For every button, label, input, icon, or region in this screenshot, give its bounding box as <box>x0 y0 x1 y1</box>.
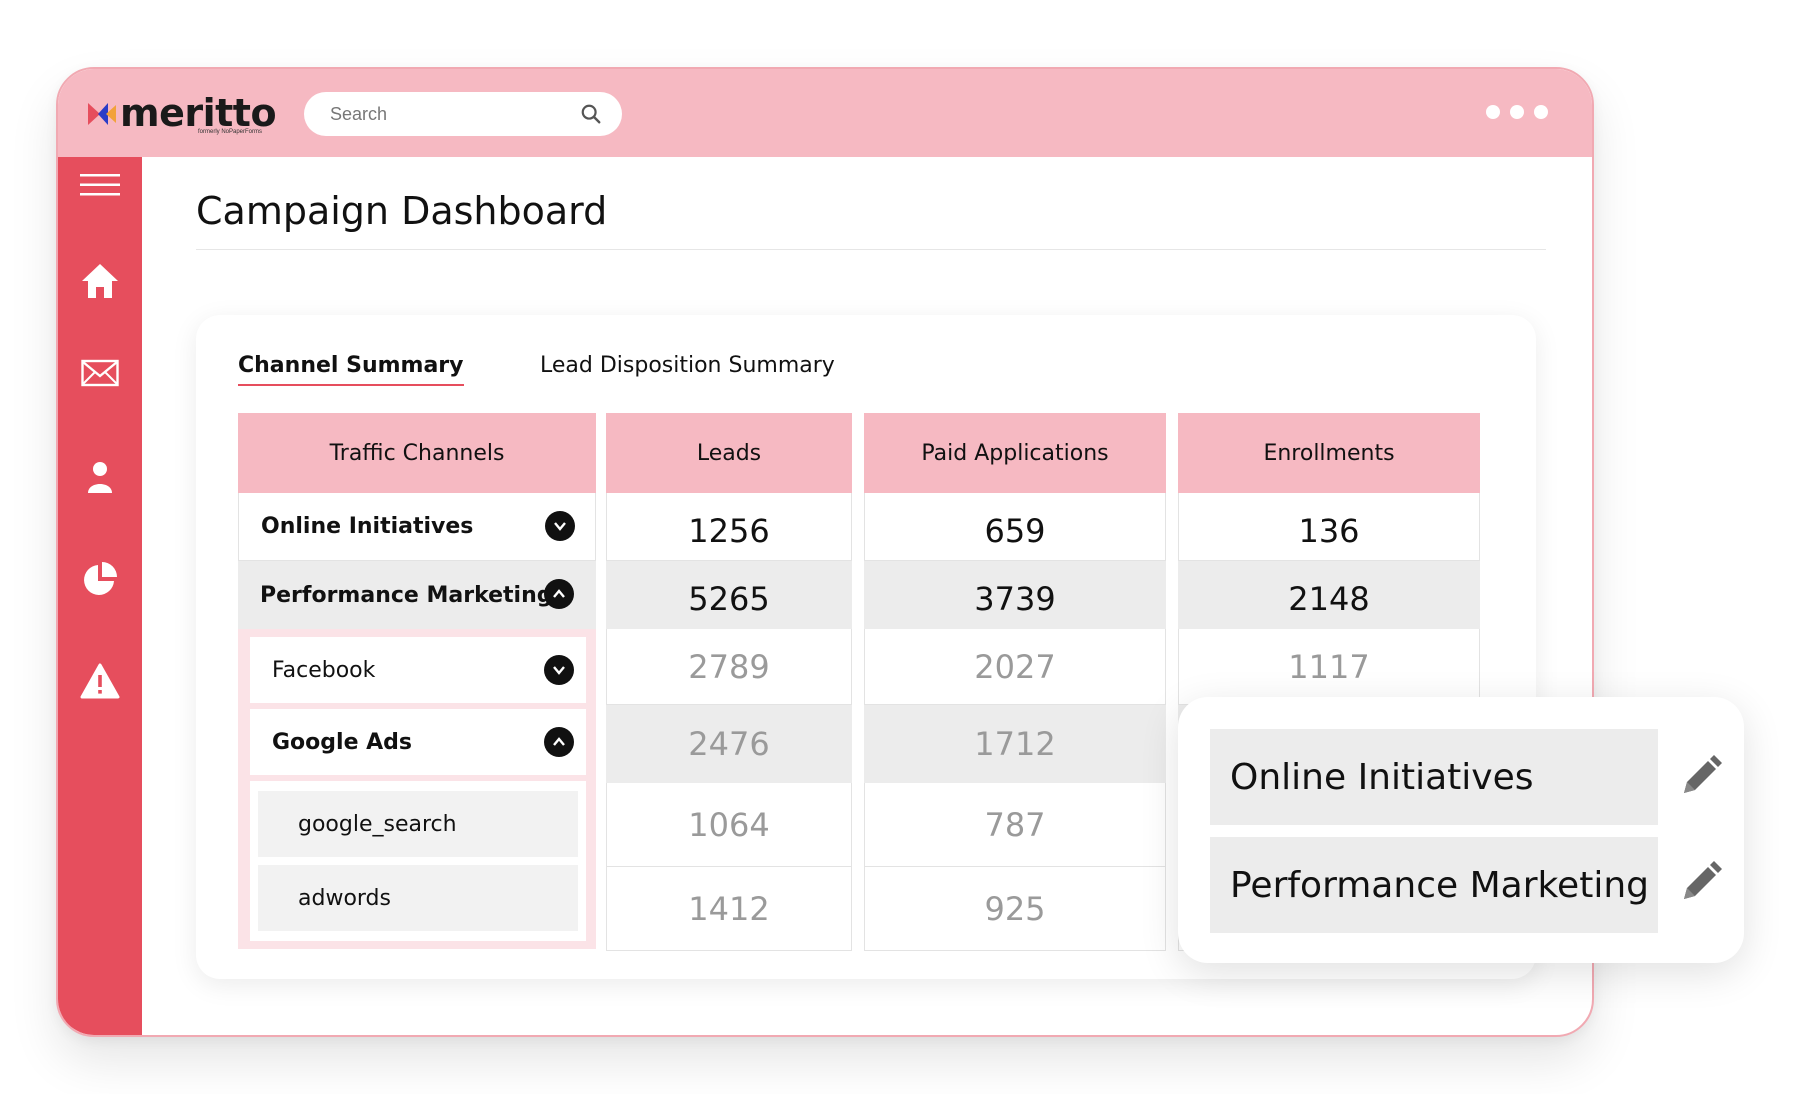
paid-applications-column: Paid Applications 659 3739 2027 1712 787… <box>864 413 1166 951</box>
channel-row-facebook[interactable]: Facebook <box>250 637 586 703</box>
chevron-down-icon[interactable] <box>544 655 574 685</box>
search-input[interactable]: Search <box>330 104 387 125</box>
column-header: Enrollments <box>1178 413 1480 493</box>
pencil-icon[interactable] <box>1678 861 1722 905</box>
mail-icon <box>81 359 119 387</box>
channel-label: google_search <box>298 811 457 837</box>
column-header: Paid Applications <box>864 413 1166 493</box>
channel-row-performance-marketing[interactable]: Performance Marketing <box>238 561 596 629</box>
more-dot-icon <box>1534 105 1548 119</box>
page-title: Campaign Dashboard <box>196 189 608 233</box>
table-cell: 3739 <box>864 561 1166 629</box>
popup-item-online-initiatives[interactable]: Online Initiatives <box>1210 729 1658 825</box>
channel-row-google-search[interactable]: google_search <box>258 791 578 857</box>
hamburger-icon <box>80 174 120 196</box>
channel-row-online-initiatives[interactable]: Online Initiatives <box>238 493 596 561</box>
table-cell: 5265 <box>606 561 852 629</box>
chevron-up-icon[interactable] <box>544 579 574 609</box>
more-dot-icon <box>1486 105 1500 119</box>
table-cell: 925 <box>864 867 1166 951</box>
menu-button[interactable] <box>78 163 122 207</box>
sidebar-item-users[interactable] <box>78 455 122 499</box>
table-cell: 1256 <box>606 493 852 561</box>
more-dot-icon <box>1510 105 1524 119</box>
table-cell: 2476 <box>606 705 852 783</box>
table-cell: 659 <box>864 493 1166 561</box>
tab-lead-disposition-summary[interactable]: Lead Disposition Summary <box>540 353 835 378</box>
sidebar-item-home[interactable] <box>78 259 122 303</box>
channel-label: Facebook <box>272 657 376 683</box>
table-cell: 1712 <box>864 705 1166 783</box>
logo-mark-icon <box>88 103 116 125</box>
table-cell: 136 <box>1178 493 1480 561</box>
divider <box>196 249 1546 250</box>
channel-row-adwords[interactable]: adwords <box>258 865 578 931</box>
column-header: Leads <box>606 413 852 493</box>
user-icon <box>88 462 112 493</box>
table-cell: 2148 <box>1178 561 1480 629</box>
more-options-button[interactable] <box>1486 105 1548 119</box>
tab-channel-summary[interactable]: Channel Summary <box>238 353 464 386</box>
leads-column: Leads 1256 5265 2789 2476 1064 1412 <box>606 413 852 951</box>
table-cell: 787 <box>864 783 1166 867</box>
alert-icon <box>80 663 120 699</box>
home-icon <box>82 264 118 298</box>
chevron-up-icon[interactable] <box>544 727 574 757</box>
table-cell: 1117 <box>1178 629 1480 705</box>
table-cell: 1412 <box>606 867 852 951</box>
channel-label: adwords <box>298 885 391 911</box>
table-cell: 2789 <box>606 629 852 705</box>
channel-edit-popup: Online Initiatives Performance Marketing <box>1178 697 1744 963</box>
column-header: Traffic Channels <box>238 413 596 493</box>
top-bar: meritto formerly NoPaperForms Search <box>58 69 1592 157</box>
search-box[interactable]: Search <box>304 92 622 136</box>
brand-logo[interactable]: meritto formerly NoPaperForms <box>88 89 277 139</box>
sidebar-item-alerts[interactable] <box>78 659 122 703</box>
channel-label: Google Ads <box>272 729 413 755</box>
channel-label: Online Initiatives <box>261 514 474 539</box>
traffic-channels-column: Traffic Channels <box>238 413 596 493</box>
brand-tagline: formerly NoPaperForms <box>198 129 263 135</box>
search-icon[interactable] <box>580 103 602 125</box>
channel-row-google-ads[interactable]: Google Ads <box>250 709 586 775</box>
pencil-icon[interactable] <box>1678 755 1722 799</box>
sidebar-item-reports[interactable] <box>78 557 122 601</box>
table-cell: 2027 <box>864 629 1166 705</box>
chevron-down-icon[interactable] <box>545 511 575 541</box>
pie-chart-icon <box>84 562 117 595</box>
popup-item-performance-marketing[interactable]: Performance Marketing <box>1210 837 1658 933</box>
sidebar <box>58 157 142 1035</box>
channel-label: Performance Marketing <box>260 582 553 608</box>
table-cell: 1064 <box>606 783 852 867</box>
sidebar-item-mail[interactable] <box>78 351 122 395</box>
